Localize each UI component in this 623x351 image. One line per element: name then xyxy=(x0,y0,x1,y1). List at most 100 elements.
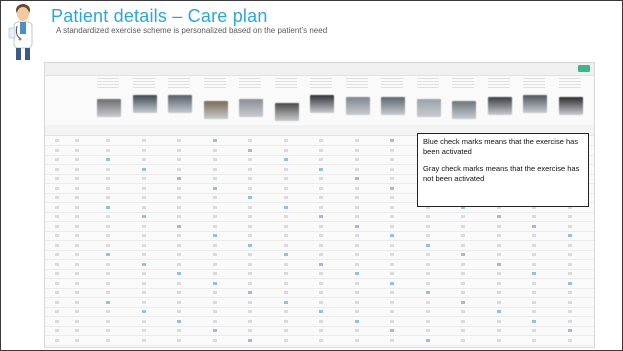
check-mark[interactable] xyxy=(141,167,146,171)
check-mark[interactable] xyxy=(55,243,59,247)
check-mark[interactable] xyxy=(106,243,110,247)
check-mark[interactable] xyxy=(283,177,288,180)
check-mark[interactable] xyxy=(283,272,288,275)
check-mark[interactable] xyxy=(319,234,323,237)
check-mark[interactable] xyxy=(212,281,217,285)
check-mark[interactable] xyxy=(55,196,59,199)
check-mark[interactable] xyxy=(75,148,79,152)
check-mark[interactable] xyxy=(390,272,394,275)
check-mark[interactable] xyxy=(75,158,79,161)
check-mark[interactable] xyxy=(567,224,572,228)
check-mark[interactable] xyxy=(75,196,79,199)
check-mark[interactable] xyxy=(283,243,288,247)
check-mark[interactable] xyxy=(283,148,288,152)
check-mark[interactable] xyxy=(177,243,181,247)
check-mark[interactable] xyxy=(567,272,572,275)
check-mark[interactable] xyxy=(425,329,430,332)
check-mark[interactable] xyxy=(75,262,79,266)
check-mark[interactable] xyxy=(177,167,181,171)
check-mark[interactable] xyxy=(425,338,430,342)
check-mark[interactable] xyxy=(390,177,394,180)
check-mark[interactable] xyxy=(75,272,79,275)
check-mark[interactable] xyxy=(106,300,110,304)
check-mark[interactable] xyxy=(319,310,323,313)
check-mark[interactable] xyxy=(141,177,146,180)
check-mark[interactable] xyxy=(319,291,323,294)
check-mark[interactable] xyxy=(177,158,181,161)
check-mark[interactable] xyxy=(461,215,465,218)
check-mark[interactable] xyxy=(390,253,394,256)
check-mark[interactable] xyxy=(461,243,465,247)
check-mark[interactable] xyxy=(75,329,79,332)
check-mark[interactable] xyxy=(283,196,288,199)
check-mark[interactable] xyxy=(177,310,181,313)
check-mark[interactable] xyxy=(390,338,394,342)
check-mark[interactable] xyxy=(55,167,59,171)
check-mark[interactable] xyxy=(141,281,146,285)
check-mark[interactable] xyxy=(212,224,217,228)
check-mark[interactable] xyxy=(55,319,59,323)
check-mark[interactable] xyxy=(390,167,394,171)
check-mark[interactable] xyxy=(567,215,572,218)
check-mark[interactable] xyxy=(354,139,359,142)
check-mark[interactable] xyxy=(319,300,323,304)
check-mark[interactable] xyxy=(283,234,288,237)
check-mark[interactable] xyxy=(390,310,394,313)
check-mark[interactable] xyxy=(248,310,252,313)
check-mark[interactable] xyxy=(55,310,59,313)
check-mark[interactable] xyxy=(55,281,59,285)
check-mark[interactable] xyxy=(141,215,146,218)
check-mark[interactable] xyxy=(55,224,59,228)
check-mark[interactable] xyxy=(461,319,465,323)
check-mark[interactable] xyxy=(496,243,501,247)
check-mark[interactable] xyxy=(177,338,181,342)
check-mark[interactable] xyxy=(55,291,59,294)
check-mark[interactable] xyxy=(106,177,110,180)
check-mark[interactable] xyxy=(390,329,394,332)
check-mark[interactable] xyxy=(75,167,79,171)
check-mark[interactable] xyxy=(283,158,288,161)
check-mark[interactable] xyxy=(496,272,501,275)
check-mark[interactable] xyxy=(177,272,181,275)
check-mark[interactable] xyxy=(354,272,359,275)
check-mark[interactable] xyxy=(248,224,252,228)
check-mark[interactable] xyxy=(354,253,359,256)
check-mark[interactable] xyxy=(532,262,536,266)
check-mark[interactable] xyxy=(461,310,465,313)
check-mark[interactable] xyxy=(283,215,288,218)
check-mark[interactable] xyxy=(212,234,217,237)
check-mark[interactable] xyxy=(212,262,217,266)
check-mark[interactable] xyxy=(212,319,217,323)
check-mark[interactable] xyxy=(461,234,465,237)
check-mark[interactable] xyxy=(248,272,252,275)
check-mark[interactable] xyxy=(106,272,110,275)
check-mark[interactable] xyxy=(141,272,146,275)
check-mark[interactable] xyxy=(461,300,465,304)
check-mark[interactable] xyxy=(248,196,252,199)
check-mark[interactable] xyxy=(567,329,572,332)
check-mark[interactable] xyxy=(141,291,146,294)
check-mark[interactable] xyxy=(390,158,394,161)
check-mark[interactable] xyxy=(319,148,323,152)
check-mark[interactable] xyxy=(425,310,430,313)
check-mark[interactable] xyxy=(532,224,536,228)
check-mark[interactable] xyxy=(177,224,181,228)
check-mark[interactable] xyxy=(141,243,146,247)
check-mark[interactable] xyxy=(55,234,59,237)
check-mark[interactable] xyxy=(55,205,59,209)
check-mark[interactable] xyxy=(106,310,110,313)
check-mark[interactable] xyxy=(354,291,359,294)
check-mark[interactable] xyxy=(390,291,394,294)
check-mark[interactable] xyxy=(106,319,110,323)
check-mark[interactable] xyxy=(141,310,146,313)
check-mark[interactable] xyxy=(106,215,110,218)
check-mark[interactable] xyxy=(75,338,79,342)
check-mark[interactable] xyxy=(390,243,394,247)
check-mark[interactable] xyxy=(106,186,110,190)
check-mark[interactable] xyxy=(390,139,394,142)
check-mark[interactable] xyxy=(354,319,359,323)
check-mark[interactable] xyxy=(354,148,359,152)
check-mark[interactable] xyxy=(141,338,146,342)
check-mark[interactable] xyxy=(212,148,217,152)
check-mark[interactable] xyxy=(425,262,430,266)
